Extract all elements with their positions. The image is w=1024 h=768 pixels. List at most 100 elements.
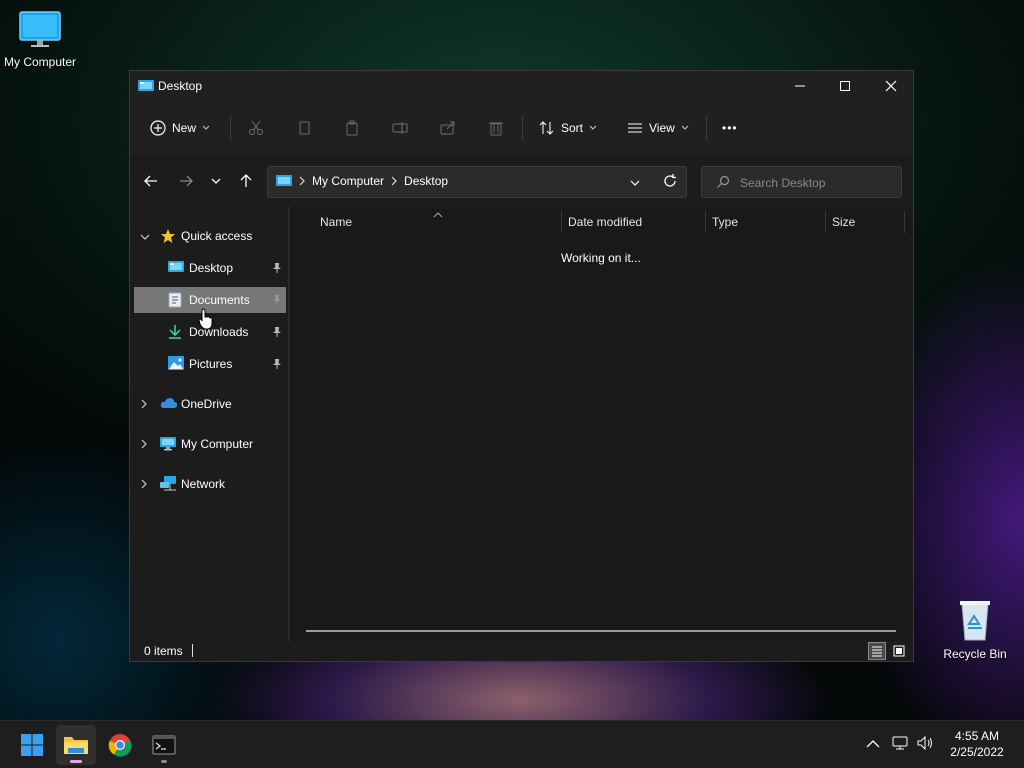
maximize-button[interactable] xyxy=(822,71,868,101)
column-divider[interactable] xyxy=(904,211,905,233)
pin-icon[interactable] xyxy=(272,262,282,277)
details-view-icon xyxy=(872,646,882,657)
trash-icon xyxy=(489,122,503,136)
search-icon xyxy=(716,175,730,192)
chevron-right-icon[interactable] xyxy=(140,478,148,492)
arrow-left-icon xyxy=(144,175,157,187)
breadcrumb-item-desktop[interactable]: Desktop xyxy=(404,174,448,188)
more-options-button[interactable]: ••• xyxy=(722,113,738,143)
view-label: View xyxy=(649,121,675,135)
column-divider[interactable] xyxy=(561,211,562,233)
sort-icon xyxy=(539,121,554,135)
back-button[interactable] xyxy=(139,169,163,193)
column-header-name[interactable]: Name xyxy=(320,215,352,229)
desktop-icon-label: My Computer xyxy=(3,55,77,69)
monitor-icon xyxy=(160,436,176,455)
taskbar-file-explorer[interactable] xyxy=(56,725,96,765)
large-icons-view-button[interactable] xyxy=(890,642,908,660)
taskbar-terminal[interactable] xyxy=(144,725,184,765)
arrow-up-icon xyxy=(240,174,252,187)
address-row: My Computer Desktop xyxy=(130,155,913,207)
address-history-dropdown[interactable] xyxy=(630,176,640,190)
desktop-icon-recycle-bin[interactable]: Recycle Bin xyxy=(935,598,1015,661)
clock-time: 4:55 AM xyxy=(954,729,1000,743)
breadcrumb-item-my-computer[interactable]: My Computer xyxy=(312,174,384,188)
nav-item-onedrive[interactable]: OneDrive xyxy=(134,391,286,417)
nav-item-desktop[interactable]: Desktop xyxy=(134,255,286,281)
delete-button[interactable] xyxy=(488,113,504,143)
recycle-bin-icon xyxy=(960,601,990,641)
desktop-folder-icon xyxy=(168,260,184,277)
rename-button[interactable] xyxy=(392,113,408,143)
pin-icon[interactable] xyxy=(272,358,282,373)
desktop-folder-icon xyxy=(138,79,154,96)
nav-label: Documents xyxy=(189,293,250,307)
command-separator xyxy=(522,115,523,141)
nav-item-pictures[interactable]: Pictures xyxy=(134,351,286,377)
chevron-right-icon[interactable] xyxy=(140,398,148,412)
command-bar: New Sort View ••• xyxy=(130,101,913,156)
volume-icon[interactable] xyxy=(917,735,935,754)
taskbar-chrome[interactable] xyxy=(100,725,140,765)
start-button[interactable] xyxy=(12,725,52,765)
hand-cursor-icon xyxy=(198,308,214,333)
command-separator xyxy=(706,115,707,141)
status-bar: 0 items xyxy=(130,641,913,661)
pin-icon[interactable] xyxy=(272,326,282,341)
network-status-icon[interactable] xyxy=(892,735,910,754)
column-header-size[interactable]: Size xyxy=(832,215,855,229)
chevron-down-icon xyxy=(589,125,597,130)
nav-item-network[interactable]: Network xyxy=(134,471,286,497)
pin-icon[interactable] xyxy=(272,294,282,309)
address-bar[interactable]: My Computer Desktop xyxy=(267,166,687,198)
nav-label: My Computer xyxy=(181,437,254,451)
nav-item-quick-access[interactable]: Quick access xyxy=(134,223,286,249)
search-box[interactable] xyxy=(701,166,902,198)
minimize-icon xyxy=(795,85,805,87)
chevron-down-icon[interactable] xyxy=(140,230,150,244)
arrow-right-icon xyxy=(180,175,193,187)
chevron-down-icon xyxy=(211,178,221,184)
chevron-down-icon xyxy=(630,180,640,186)
copy-button[interactable] xyxy=(296,113,312,143)
window-title: Desktop xyxy=(158,79,203,93)
nav-item-my-computer[interactable]: My Computer xyxy=(134,431,286,457)
details-view-button[interactable] xyxy=(868,642,886,660)
title-bar[interactable]: Desktop xyxy=(130,71,913,101)
close-button[interactable] xyxy=(868,71,914,101)
share-icon xyxy=(440,121,455,135)
column-divider[interactable] xyxy=(825,211,826,233)
search-input[interactable] xyxy=(738,173,897,193)
desktop-icon-label: Recycle Bin xyxy=(943,647,1007,661)
view-lines-icon xyxy=(628,123,642,133)
network-icon xyxy=(160,476,178,495)
recent-locations-button[interactable] xyxy=(204,169,228,193)
column-header-date-modified[interactable]: Date modified xyxy=(568,215,642,229)
up-button[interactable] xyxy=(234,169,258,193)
paste-button[interactable] xyxy=(344,113,360,143)
forward-button[interactable] xyxy=(174,169,198,193)
show-hidden-icons-button[interactable] xyxy=(866,738,880,752)
sort-button[interactable]: Sort xyxy=(539,113,597,143)
column-header-type[interactable]: Type xyxy=(712,215,738,229)
large-icons-view-icon xyxy=(893,645,905,657)
folder-icon xyxy=(64,737,88,754)
column-divider[interactable] xyxy=(705,211,706,233)
share-button[interactable] xyxy=(440,113,456,143)
clock[interactable]: 4:55 AM 2/25/2022 xyxy=(940,728,1014,760)
view-button[interactable]: View xyxy=(627,113,689,143)
cut-button[interactable] xyxy=(248,113,264,143)
document-icon xyxy=(168,292,182,311)
desktop-icon-my-computer[interactable]: My Computer xyxy=(0,10,80,69)
plus-circle-icon xyxy=(150,120,166,136)
copy-icon xyxy=(299,121,310,135)
minimize-button[interactable] xyxy=(777,71,823,101)
rename-icon xyxy=(392,122,408,134)
clock-date: 2/25/2022 xyxy=(950,745,1004,759)
horizontal-scrollbar[interactable] xyxy=(306,630,896,632)
refresh-button[interactable] xyxy=(663,174,677,191)
chevron-right-icon[interactable] xyxy=(140,438,148,452)
new-button[interactable]: New xyxy=(150,113,210,143)
file-explorer-window: Desktop New Sort View ••• My Computer De… xyxy=(129,70,914,662)
nav-label: OneDrive xyxy=(181,397,232,411)
